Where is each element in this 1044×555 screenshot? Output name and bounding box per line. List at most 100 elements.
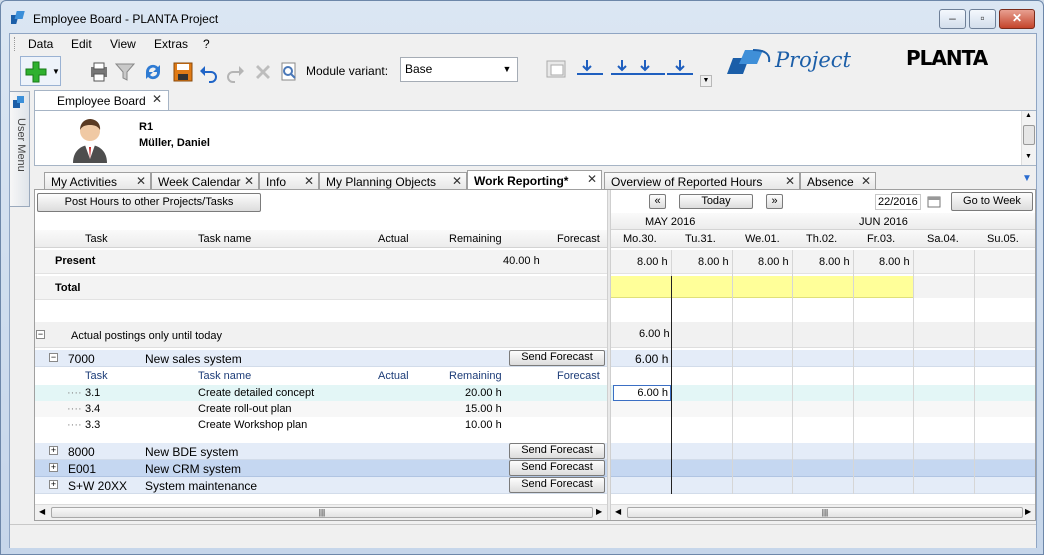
user-menu-side-tab[interactable]: User Menu	[10, 91, 30, 207]
task-row[interactable]: ···· 3.3 Create Workshop plan 10.00 h	[35, 417, 607, 433]
calendar-scrollbar-thumb[interactable]: |||	[627, 507, 1023, 518]
day-header[interactable]: Tu.31.	[685, 233, 716, 245]
close-icon[interactable]: ✕	[452, 174, 462, 188]
header-scrollbar-thumb[interactable]	[1023, 125, 1035, 145]
send-forecast-button[interactable]: Send Forecast	[509, 350, 605, 366]
month-jun: JUN 2016	[859, 216, 908, 228]
tab-overview-reported-hours[interactable]: Overview of Reported Hours ✕	[604, 172, 800, 190]
send-forecast-button[interactable]: Send Forecast	[509, 460, 605, 476]
tree-line: ····	[67, 387, 82, 399]
tab-my-activities[interactable]: My Activities ✕	[44, 172, 151, 190]
collapse-icon[interactable]: −	[49, 353, 58, 362]
project-7000-hours: 6.00 h	[635, 352, 669, 366]
chevron-up-icon[interactable]: ▲	[1025, 112, 1032, 119]
tab-work-reporting[interactable]: Work Reporting* ✕	[467, 170, 602, 190]
toolbar-overflow-button[interactable]: ▼	[700, 75, 712, 87]
previous-week-button[interactable]: «	[649, 194, 666, 209]
new-button[interactable]: ▼	[20, 56, 61, 86]
expand-icon[interactable]: +	[49, 463, 58, 472]
calendar-horizontal-scrollbar[interactable]: ◀ ||| ▶	[611, 504, 1035, 520]
today-button[interactable]: Today	[679, 194, 753, 209]
menu-help[interactable]: ?	[203, 37, 210, 51]
minimize-button[interactable]: –	[939, 9, 966, 29]
close-icon[interactable]: ✕	[304, 174, 314, 188]
menu-extras[interactable]: Extras	[154, 37, 188, 51]
close-icon[interactable]: ✕	[136, 174, 146, 188]
client-area: Data Edit View Extras ? ▼ Module variant…	[9, 33, 1037, 548]
go-to-week-button[interactable]: Go to Week	[951, 192, 1033, 211]
project-row-7000[interactable]: − 7000 New sales system Send Forecast	[35, 350, 607, 367]
close-icon[interactable]: ✕	[244, 174, 254, 188]
tab-info[interactable]: Info ✕	[259, 172, 319, 190]
plus-icon	[25, 61, 47, 83]
project-row-e001[interactable]: + E001 New CRM system Send Forecast	[35, 460, 607, 477]
refresh-icon[interactable]	[142, 61, 164, 83]
week-input[interactable]: 22/2016	[875, 194, 921, 210]
day-header[interactable]: Th.02.	[806, 233, 837, 245]
menu-edit[interactable]: Edit	[71, 37, 92, 51]
col-forecast[interactable]: Forecast	[557, 233, 600, 245]
tab-label: Info	[266, 175, 287, 189]
send-forecast-button[interactable]: Send Forecast	[509, 477, 605, 493]
close-icon[interactable]: ✕	[861, 174, 871, 188]
calendar-total-cells[interactable]	[611, 276, 913, 298]
document-search-icon[interactable]	[278, 61, 300, 83]
day-header[interactable]: We.01.	[745, 233, 780, 245]
undo-icon[interactable]	[198, 61, 220, 83]
user-menu-label: User Menu	[15, 118, 27, 172]
task-remaining: 20.00 h	[465, 387, 502, 399]
tab-my-planning-objects[interactable]: My Planning Objects ✕	[319, 172, 467, 190]
project-id: S+W 20XX	[68, 479, 128, 493]
month-header-row: MAY 2016 JUN 2016	[611, 213, 1035, 230]
close-icon[interactable]: ✕	[785, 174, 795, 188]
save-icon[interactable]	[172, 61, 194, 83]
project-row-8000[interactable]: + 8000 New BDE system Send Forecast	[35, 443, 607, 460]
module-variant-select[interactable]: Base ▼	[400, 57, 518, 82]
tab-overflow-icon[interactable]: ▼	[1022, 173, 1032, 184]
tab-week-calendar[interactable]: Week Calendar ✕	[151, 172, 259, 190]
expand-icon[interactable]: +	[49, 480, 58, 489]
tab-absence[interactable]: Absence ✕	[800, 172, 876, 190]
collapse-icon[interactable]: −	[36, 330, 45, 339]
redo-icon[interactable]	[224, 61, 246, 83]
post-hours-button[interactable]: Post Hours to other Projects/Tasks	[37, 193, 261, 212]
day-header[interactable]: Sa.04.	[927, 233, 959, 245]
chevron-left-icon[interactable]: ◀	[615, 507, 621, 516]
task-row[interactable]: ···· 3.4 Create roll-out plan 15.00 h	[35, 401, 607, 417]
day-header-row: Mo.30. Tu.31. We.01. Th.02. Fr.03. Sa.04…	[611, 230, 1035, 248]
header-scrollbar[interactable]: ▲ ▼	[1021, 111, 1036, 165]
left-horizontal-scrollbar[interactable]: ◀ ||| ▶	[35, 504, 607, 520]
chevron-down-icon[interactable]: ▼	[1025, 153, 1032, 160]
day-header[interactable]: Mo.30.	[623, 233, 657, 245]
calendar-picker-icon[interactable]	[927, 194, 941, 208]
project-row-sw20xx[interactable]: + S+W 20XX System maintenance Send Forec…	[35, 477, 607, 494]
doc-tab-employee-board[interactable]: Employee Board ✕	[34, 90, 169, 110]
grid-line	[792, 250, 793, 494]
close-icon[interactable]: ✕	[587, 172, 597, 186]
delete-icon[interactable]	[252, 61, 274, 83]
filter-icon[interactable]	[114, 61, 136, 83]
close-icon[interactable]: ✕	[152, 92, 162, 106]
day-header[interactable]: Su.05.	[987, 233, 1019, 245]
task-row[interactable]: ···· 3.1 Create detailed concept 20.00 h	[35, 385, 607, 401]
col-actual[interactable]: Actual	[378, 233, 409, 245]
day-header[interactable]: Fr.03.	[867, 233, 895, 245]
chevron-right-icon[interactable]: ▶	[1025, 507, 1031, 516]
col-task[interactable]: Task	[85, 233, 108, 245]
send-forecast-button[interactable]: Send Forecast	[509, 443, 605, 459]
maximize-button[interactable]: ▫	[969, 9, 996, 29]
task-hours-input[interactable]: 6.00 h	[613, 385, 671, 401]
chevron-right-icon[interactable]: ▶	[596, 507, 602, 516]
print-preview-icon[interactable]	[88, 61, 110, 83]
menu-view[interactable]: View	[110, 37, 136, 51]
document-area: Employee Board ✕ R1 Müller, Daniel ▲ ▼ M…	[32, 90, 1036, 547]
menu-data[interactable]: Data	[28, 37, 53, 51]
next-week-button[interactable]: »	[766, 194, 783, 209]
col-remaining[interactable]: Remaining	[449, 233, 502, 245]
expand-icon[interactable]: +	[49, 446, 58, 455]
chevron-left-icon[interactable]: ◀	[39, 507, 45, 516]
left-scrollbar-thumb[interactable]: |||	[51, 507, 593, 518]
col-task-name[interactable]: Task name	[198, 233, 251, 245]
close-button[interactable]: ✕	[999, 9, 1035, 29]
tab-label: My Activities	[51, 175, 118, 189]
